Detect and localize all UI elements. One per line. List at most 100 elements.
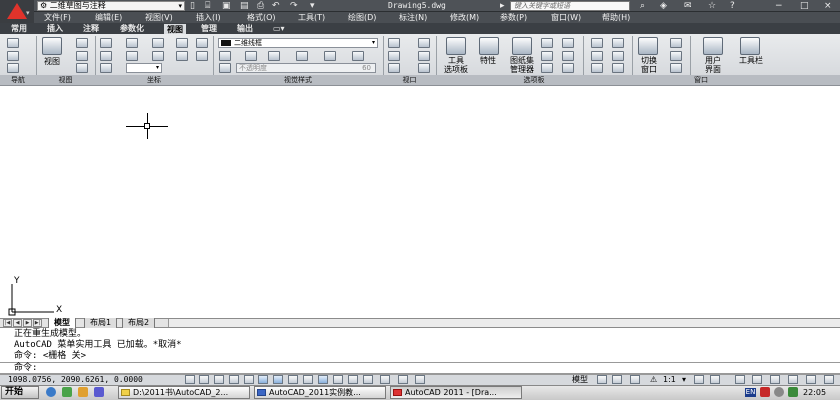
- tab-model[interactable]: 模型: [48, 318, 76, 328]
- layout-icon[interactable]: [415, 375, 425, 384]
- panel-title-windows[interactable]: 窗口: [632, 75, 770, 85]
- mesh-icon[interactable]: [591, 63, 603, 73]
- view-cube-icon[interactable]: [42, 37, 62, 55]
- menu-help[interactable]: 帮助(H): [602, 12, 630, 23]
- tab-parametric[interactable]: 参数化: [117, 23, 147, 34]
- menu-dimension[interactable]: 标注(N): [399, 12, 427, 23]
- volume-icon[interactable]: [774, 387, 784, 397]
- tray-icon[interactable]: [760, 387, 770, 397]
- menu-format[interactable]: 格式(O): [247, 12, 276, 23]
- save-as-icon[interactable]: ▤: [240, 0, 249, 12]
- panel-title-navigate[interactable]: 导航: [0, 75, 36, 85]
- ie-icon[interactable]: [46, 387, 56, 397]
- last-tab-button[interactable]: ▶|: [33, 319, 42, 327]
- transparency-icon[interactable]: [348, 375, 358, 384]
- tab-home[interactable]: 常用: [8, 23, 30, 34]
- annotation-scale[interactable]: 1:1: [663, 374, 676, 385]
- edge-effects-icon[interactable]: [219, 51, 231, 61]
- named-views-icon[interactable]: [76, 38, 88, 48]
- ucs-3point-icon[interactable]: [176, 38, 188, 48]
- application-menu-button[interactable]: ▾: [0, 0, 34, 24]
- menu-file[interactable]: 文件(F): [44, 12, 71, 23]
- menu-insert[interactable]: 插入(I): [196, 12, 221, 23]
- menu-edit[interactable]: 编辑(E): [95, 12, 122, 23]
- next-tab-button[interactable]: ▶: [23, 319, 32, 327]
- annotation-scale-icon[interactable]: ⚠: [650, 374, 657, 385]
- tool-palettes-icon[interactable]: [446, 37, 466, 55]
- network-icon[interactable]: [788, 387, 798, 397]
- user-interface-icon[interactable]: [703, 37, 723, 55]
- lineweight-icon[interactable]: [333, 375, 343, 384]
- orbit-icon[interactable]: [7, 51, 19, 61]
- viewport-join-icon[interactable]: [388, 63, 400, 73]
- ucs-view-icon[interactable]: [100, 63, 112, 73]
- design-center-icon[interactable]: [541, 38, 553, 48]
- visual-style-select[interactable]: 二维线框 ▾: [218, 38, 378, 48]
- communication-icon[interactable]: ✉: [684, 0, 692, 12]
- quick-launch-icon[interactable]: [94, 387, 104, 397]
- taskbar-button-document[interactable]: AutoCAD_2011实例教...: [254, 386, 386, 399]
- undo-icon[interactable]: ↶: [272, 0, 280, 12]
- menu-modify[interactable]: 修改(M): [450, 12, 479, 23]
- workspace-switching-icon[interactable]: [735, 375, 745, 384]
- hardware-acceleration-icon[interactable]: [770, 375, 780, 384]
- toolbars-icon[interactable]: [740, 37, 760, 55]
- zoom-icon[interactable]: [7, 63, 19, 73]
- quick-view-drawings-icon[interactable]: [612, 375, 622, 384]
- maximize-button[interactable]: □: [800, 0, 809, 12]
- drawing-canvas[interactable]: [0, 86, 840, 318]
- panel-title-palettes[interactable]: 选项板: [436, 75, 632, 85]
- taskbar-button-autocad[interactable]: AutoCAD 2011 - [Dra...: [390, 386, 522, 399]
- prev-tab-button[interactable]: ◀: [13, 319, 22, 327]
- panel-title-visual-styles[interactable]: 视觉样式: [213, 75, 383, 85]
- dynamic-input-icon[interactable]: [318, 375, 328, 384]
- redo-icon[interactable]: ↷: [290, 0, 298, 12]
- subscription-icon[interactable]: ◈: [660, 0, 667, 12]
- cascade-icon[interactable]: [670, 63, 682, 73]
- tab-insert[interactable]: 插入: [44, 23, 66, 34]
- quick-view-layouts-icon[interactable]: [597, 375, 607, 384]
- jitter-icon[interactable]: [324, 51, 336, 61]
- ucs-world-icon[interactable]: [100, 51, 112, 61]
- isolate-objects-icon[interactable]: [788, 375, 798, 384]
- ucs-face-icon[interactable]: [196, 38, 208, 48]
- dbconnect-icon[interactable]: [562, 63, 574, 73]
- workspace-select[interactable]: ⚙ 二维草图与注释 ▾: [37, 1, 185, 11]
- search-icon[interactable]: ⌕: [640, 0, 645, 12]
- auto-scale-icon[interactable]: [710, 375, 720, 384]
- grid-display-icon[interactable]: [214, 375, 224, 384]
- minimize-button[interactable]: −: [775, 0, 783, 12]
- lighting-icon[interactable]: [268, 51, 280, 61]
- expand-icon[interactable]: ▸: [500, 0, 505, 12]
- selection-cycling-icon[interactable]: [380, 375, 390, 384]
- viewport-new-icon[interactable]: [418, 51, 430, 61]
- ucs-object-icon[interactable]: [176, 51, 188, 61]
- viewport-clip-icon[interactable]: [418, 38, 430, 48]
- tab-view[interactable]: 视图: [164, 24, 186, 34]
- favorites-icon[interactable]: ☆: [708, 0, 716, 12]
- open-file-icon[interactable]: ⌸: [205, 0, 210, 12]
- ucs-zaxis-icon[interactable]: [196, 51, 208, 61]
- ucs-x-icon[interactable]: [126, 51, 138, 61]
- link-icon[interactable]: [591, 51, 603, 61]
- status-menu-icon[interactable]: [806, 375, 816, 384]
- tile-horizontal-icon[interactable]: [670, 38, 682, 48]
- quick-launch-icon[interactable]: [62, 387, 72, 397]
- sheet-set-icon[interactable]: [512, 37, 532, 55]
- panel-title-view[interactable]: 视图: [36, 75, 95, 85]
- language-indicator[interactable]: EN: [745, 388, 756, 397]
- taskbar-button-explorer[interactable]: D:\2011书\AutoCAD_2...: [118, 386, 250, 399]
- color-effects-icon[interactable]: [296, 51, 308, 61]
- ssm-icon[interactable]: [591, 38, 603, 48]
- object-snap-tracking-icon[interactable]: [288, 375, 298, 384]
- tile-vertical-icon[interactable]: [670, 51, 682, 61]
- switch-window-icon[interactable]: [638, 37, 658, 55]
- model-space-toggle[interactable]: 模型: [572, 374, 588, 385]
- tab-layout1[interactable]: 布局1: [84, 318, 118, 328]
- print-icon[interactable]: ⎙: [257, 0, 264, 12]
- close-button[interactable]: ×: [824, 0, 832, 12]
- clean-screen-icon[interactable]: [824, 375, 834, 384]
- ucs-z-icon[interactable]: [152, 51, 164, 61]
- snap-mode-icon[interactable]: [199, 375, 209, 384]
- tab-annotate[interactable]: 注释: [80, 23, 102, 34]
